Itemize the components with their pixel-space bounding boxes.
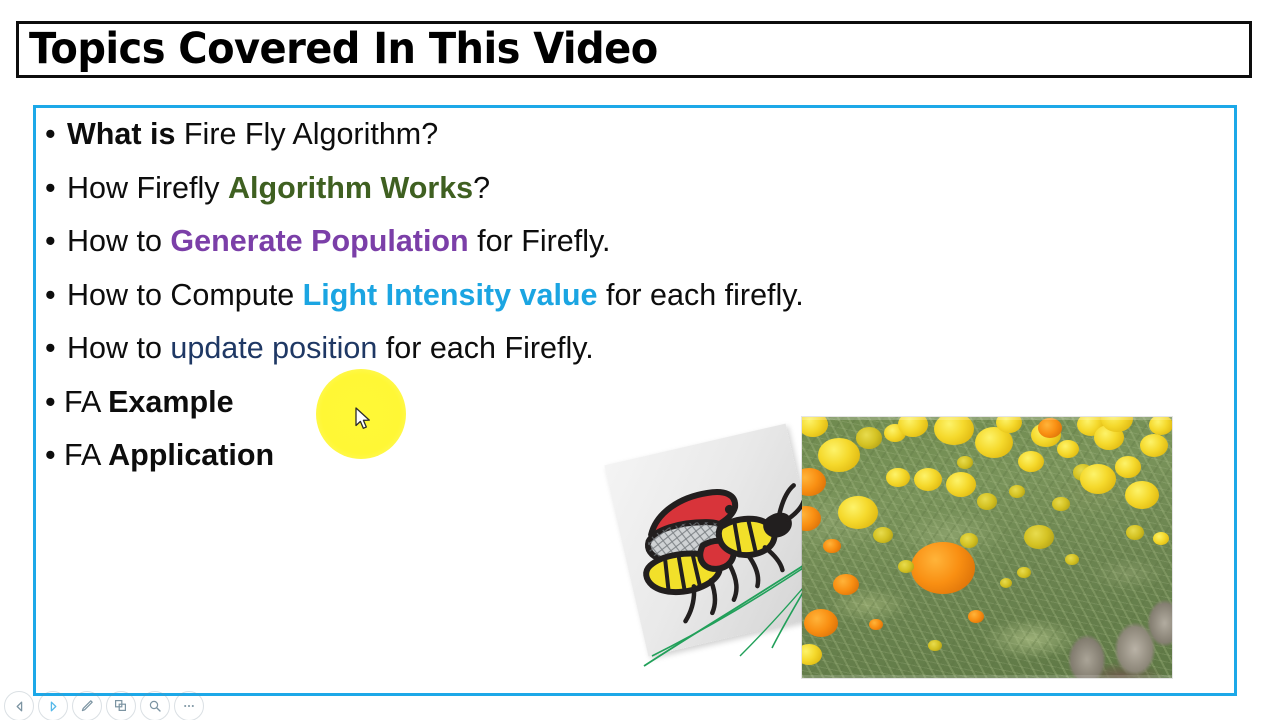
ellipsis-icon	[184, 704, 194, 708]
list-item-text: What is	[67, 117, 184, 151]
pen-tool-button[interactable]	[72, 691, 102, 720]
zoom-button[interactable]	[140, 691, 170, 720]
list-item: • How Firefly Algorithm Works?	[45, 162, 1195, 216]
list-item-text: How Firefly	[67, 170, 228, 205]
list-item-text: ?	[473, 170, 491, 205]
bullet-marker: •	[45, 438, 56, 472]
list-item-text: for each firefly.	[597, 277, 804, 312]
bullet-marker: •	[45, 331, 56, 365]
title-box: Topics Covered In This Video	[16, 21, 1252, 78]
list-item: • How to Compute Light Intensity value fo…	[45, 269, 1195, 323]
presentation-slide: Topics Covered In This Video • What is Fi…	[0, 0, 1276, 720]
bullet-marker: •	[45, 224, 56, 258]
slideshow-controls[interactable]	[4, 691, 204, 720]
bullet-marker: •	[45, 117, 56, 151]
list-item-text: FA	[64, 384, 109, 419]
next-slide-button[interactable]	[38, 691, 68, 720]
list-item-text: Application	[108, 438, 275, 472]
list-item-text: for each Firefly.	[377, 331, 594, 365]
bullet-marker: •	[45, 170, 56, 205]
bullet-marker: •	[45, 384, 56, 419]
photo-vignette	[802, 417, 1172, 678]
pen-icon	[81, 700, 93, 712]
list-item-text: for Firefly.	[468, 224, 611, 258]
list-item-text: Generate Population	[170, 224, 469, 258]
list-item-text: How to	[67, 331, 171, 365]
magnifier-icon	[149, 700, 161, 712]
list-item: • How to update position for each Firefly…	[45, 322, 1195, 376]
page-title: Topics Covered In This Video	[29, 23, 658, 74]
list-item-text: Algorithm Works	[228, 170, 474, 205]
list-item-text: FA	[64, 438, 109, 472]
list-item-text: Example	[108, 384, 234, 419]
list-item: • How to Generate Population for Firefly.	[45, 215, 1195, 269]
mouse-pointer	[355, 407, 370, 429]
bullet-marker: •	[45, 277, 56, 312]
chevron-left-icon	[16, 701, 22, 711]
list-item-text: update position	[170, 331, 378, 365]
list-item: • What is Fire Fly Algorithm?	[45, 108, 1195, 162]
list-item-text: How to	[67, 224, 171, 258]
list-item-text: How to Compute	[67, 277, 303, 312]
all-slides-button[interactable]	[106, 691, 136, 720]
marigold-field-photo	[802, 417, 1172, 678]
list-item-text: Fire Fly Algorithm?	[183, 117, 439, 151]
previous-slide-button[interactable]	[4, 691, 34, 720]
list-item-text: Light Intensity value	[302, 277, 598, 312]
chevron-right-icon	[50, 701, 56, 711]
more-options-button[interactable]	[174, 691, 204, 720]
grid-icon	[115, 700, 126, 711]
